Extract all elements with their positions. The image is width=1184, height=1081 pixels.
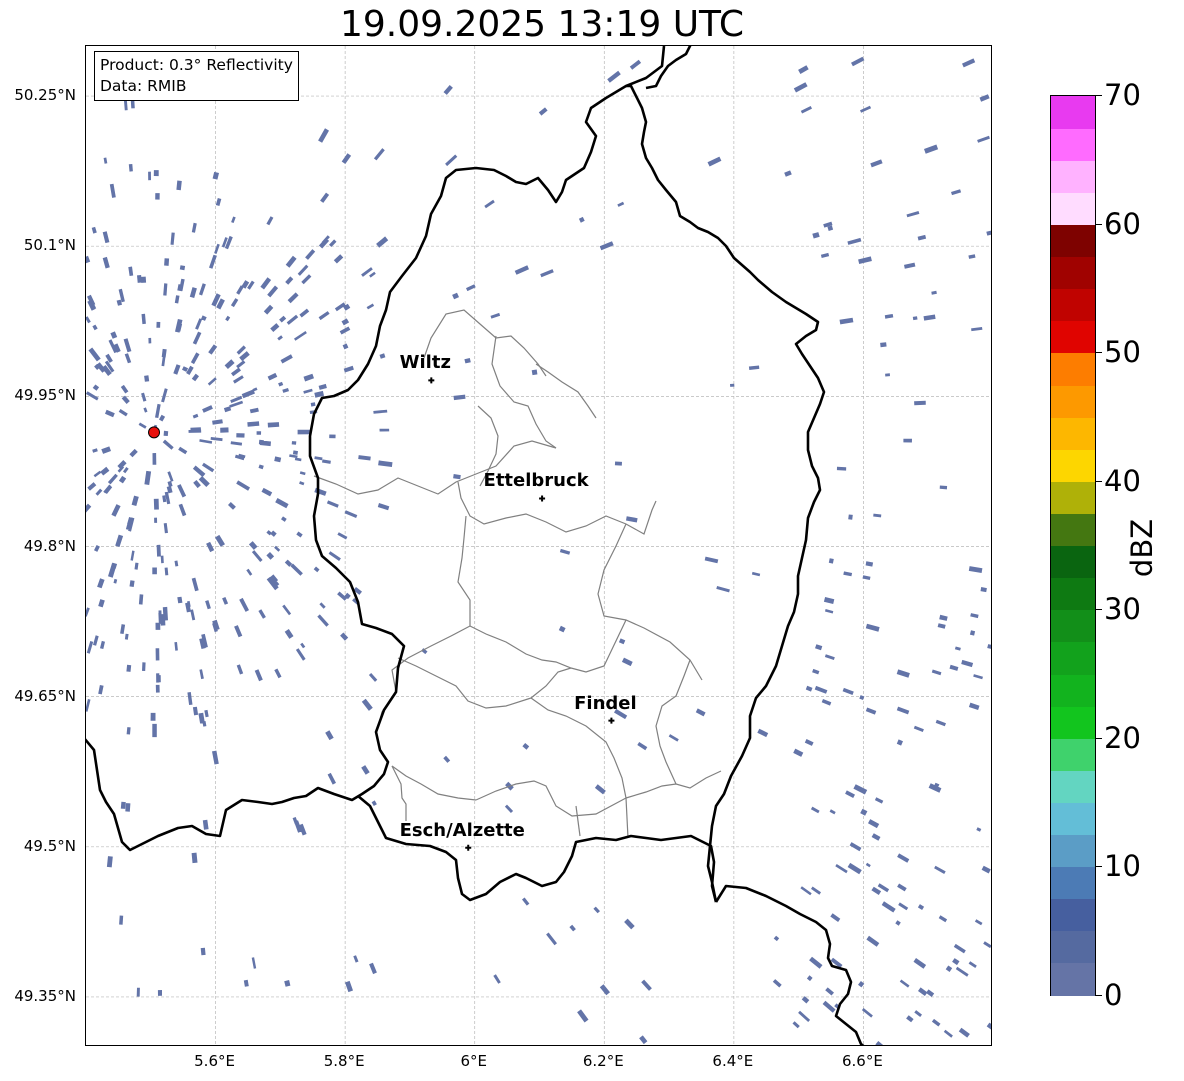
city-label: Esch/Alzette (399, 819, 525, 841)
colorbar-segment (1051, 866, 1095, 900)
colorbar-segment (1051, 449, 1095, 482)
luxembourg-border (357, 795, 718, 903)
colorbar-tick-mark (1096, 480, 1102, 482)
colorbar-segment (1051, 577, 1095, 611)
colorbar-tick-label: 10 (1104, 849, 1141, 884)
colorbar-segment (1051, 160, 1095, 193)
colorbar-segment (1051, 96, 1095, 129)
colorbar-tick-mark (1096, 95, 1102, 96)
colorbar-unit-label: dBZ (1125, 518, 1159, 578)
colorbar-segment (1051, 738, 1095, 771)
canton-border (469, 619, 627, 673)
product-infobox: Product: 0.3° Reflectivity Data: RMIB (94, 51, 299, 101)
canton-border (530, 667, 572, 699)
colorbar-segment (1051, 352, 1095, 386)
radar-echoes (86, 56, 991, 1045)
colorbar-segment (1051, 192, 1095, 226)
luxembourg-border (714, 884, 865, 1045)
city-label: Ettelbruck (483, 470, 589, 492)
canton-border (491, 335, 557, 449)
luxembourg-border (626, 84, 826, 903)
canton-border (397, 657, 532, 709)
canton-border (625, 770, 722, 799)
colorbar-segment (1051, 898, 1095, 932)
radar-echo-field (86, 56, 991, 1045)
colorbar-tick-label: 40 (1104, 463, 1141, 498)
lat-tick-label: 50.25°N (14, 86, 76, 105)
colorbar-tick-label: 70 (1104, 78, 1141, 112)
colorbar-segment (1051, 930, 1095, 964)
colorbar-segment (1051, 224, 1095, 258)
colorbar-segment (1051, 384, 1095, 418)
colorbar-tick-mark (1096, 995, 1102, 996)
canton-borders (313, 309, 722, 839)
lat-tick-label: 49.95°N (14, 386, 76, 405)
colorbar-segment (1051, 834, 1095, 868)
lat-tick-label: 50.1°N (23, 236, 76, 255)
radar-site (148, 426, 161, 439)
data-source-label: Data: RMIB (100, 77, 187, 95)
colorbar-tick-mark (1096, 866, 1102, 868)
lon-tick-label: 6.4°E (712, 1052, 754, 1070)
lon-tick-label: 6.6°E (842, 1052, 883, 1070)
colorbar-segment (1051, 802, 1095, 836)
product-label: Product: 0.3° Reflectivity (100, 56, 293, 74)
canton-border (475, 780, 627, 817)
colorbar-segment (1051, 673, 1095, 707)
colorbar-tick-label: 50 (1104, 335, 1141, 370)
city-marker (428, 377, 435, 384)
colorbar-segment (1051, 545, 1095, 579)
colorbar (1050, 95, 1096, 996)
canton-border (375, 625, 471, 735)
colorbar-segment (1051, 513, 1095, 547)
colorbar-tick-mark (1096, 737, 1102, 739)
colorbar-segment (1051, 706, 1095, 739)
colorbar-segment (1051, 770, 1095, 803)
canton-border (655, 659, 691, 785)
colorbar-tick-label: 30 (1104, 592, 1141, 627)
colorbar-tick-mark (1096, 223, 1102, 225)
map-title: 19.09.2025 13:19 UTC (339, 4, 745, 45)
city-marker (465, 844, 472, 851)
colorbar-segment (1051, 128, 1095, 161)
colorbar-tick-mark (1096, 609, 1102, 611)
radar-map[interactable] (85, 45, 992, 1046)
canton-border (391, 765, 477, 801)
country-border (86, 46, 865, 1045)
canton-border (575, 805, 581, 837)
city-marker (608, 717, 615, 724)
city-marker (539, 495, 546, 502)
colorbar-tick-label: 20 (1104, 720, 1141, 755)
lat-tick-label: 49.35°N (14, 986, 76, 1005)
colorbar-segment (1051, 320, 1095, 354)
colorbar-segment (1051, 609, 1095, 643)
lat-tick-label: 49.65°N (14, 686, 76, 705)
colorbar-segment (1051, 641, 1095, 675)
colorbar-segment (1051, 288, 1095, 322)
lon-tick-label: 6°E (460, 1052, 487, 1070)
lat-tick-label: 49.5°N (23, 836, 76, 855)
colorbar-segment (1051, 256, 1095, 290)
radar-map-canvas (86, 46, 991, 1045)
colorbar-segment (1051, 481, 1095, 514)
luxembourg-border (645, 46, 692, 90)
canton-border (535, 363, 597, 419)
colorbar-tick-label: 0 (1104, 978, 1123, 1012)
colorbar-segment (1051, 962, 1095, 996)
city-label: Wiltz (399, 352, 451, 374)
radar-site-marker (148, 426, 161, 439)
city-markers (428, 377, 615, 851)
lon-tick-label: 6.2°E (582, 1052, 624, 1070)
colorbar-segment (1051, 417, 1095, 450)
city-label: Findel (574, 692, 637, 714)
colorbar-tick-label: 60 (1104, 206, 1141, 241)
colorbar-tick-mark (1096, 352, 1102, 354)
lat-tick-label: 49.8°N (23, 536, 76, 555)
lon-tick-label: 5.8°E (323, 1052, 365, 1070)
lon-tick-label: 5.6°E (194, 1052, 235, 1070)
canton-border (457, 515, 471, 626)
canton-border (530, 697, 629, 839)
canton-border (597, 523, 703, 681)
